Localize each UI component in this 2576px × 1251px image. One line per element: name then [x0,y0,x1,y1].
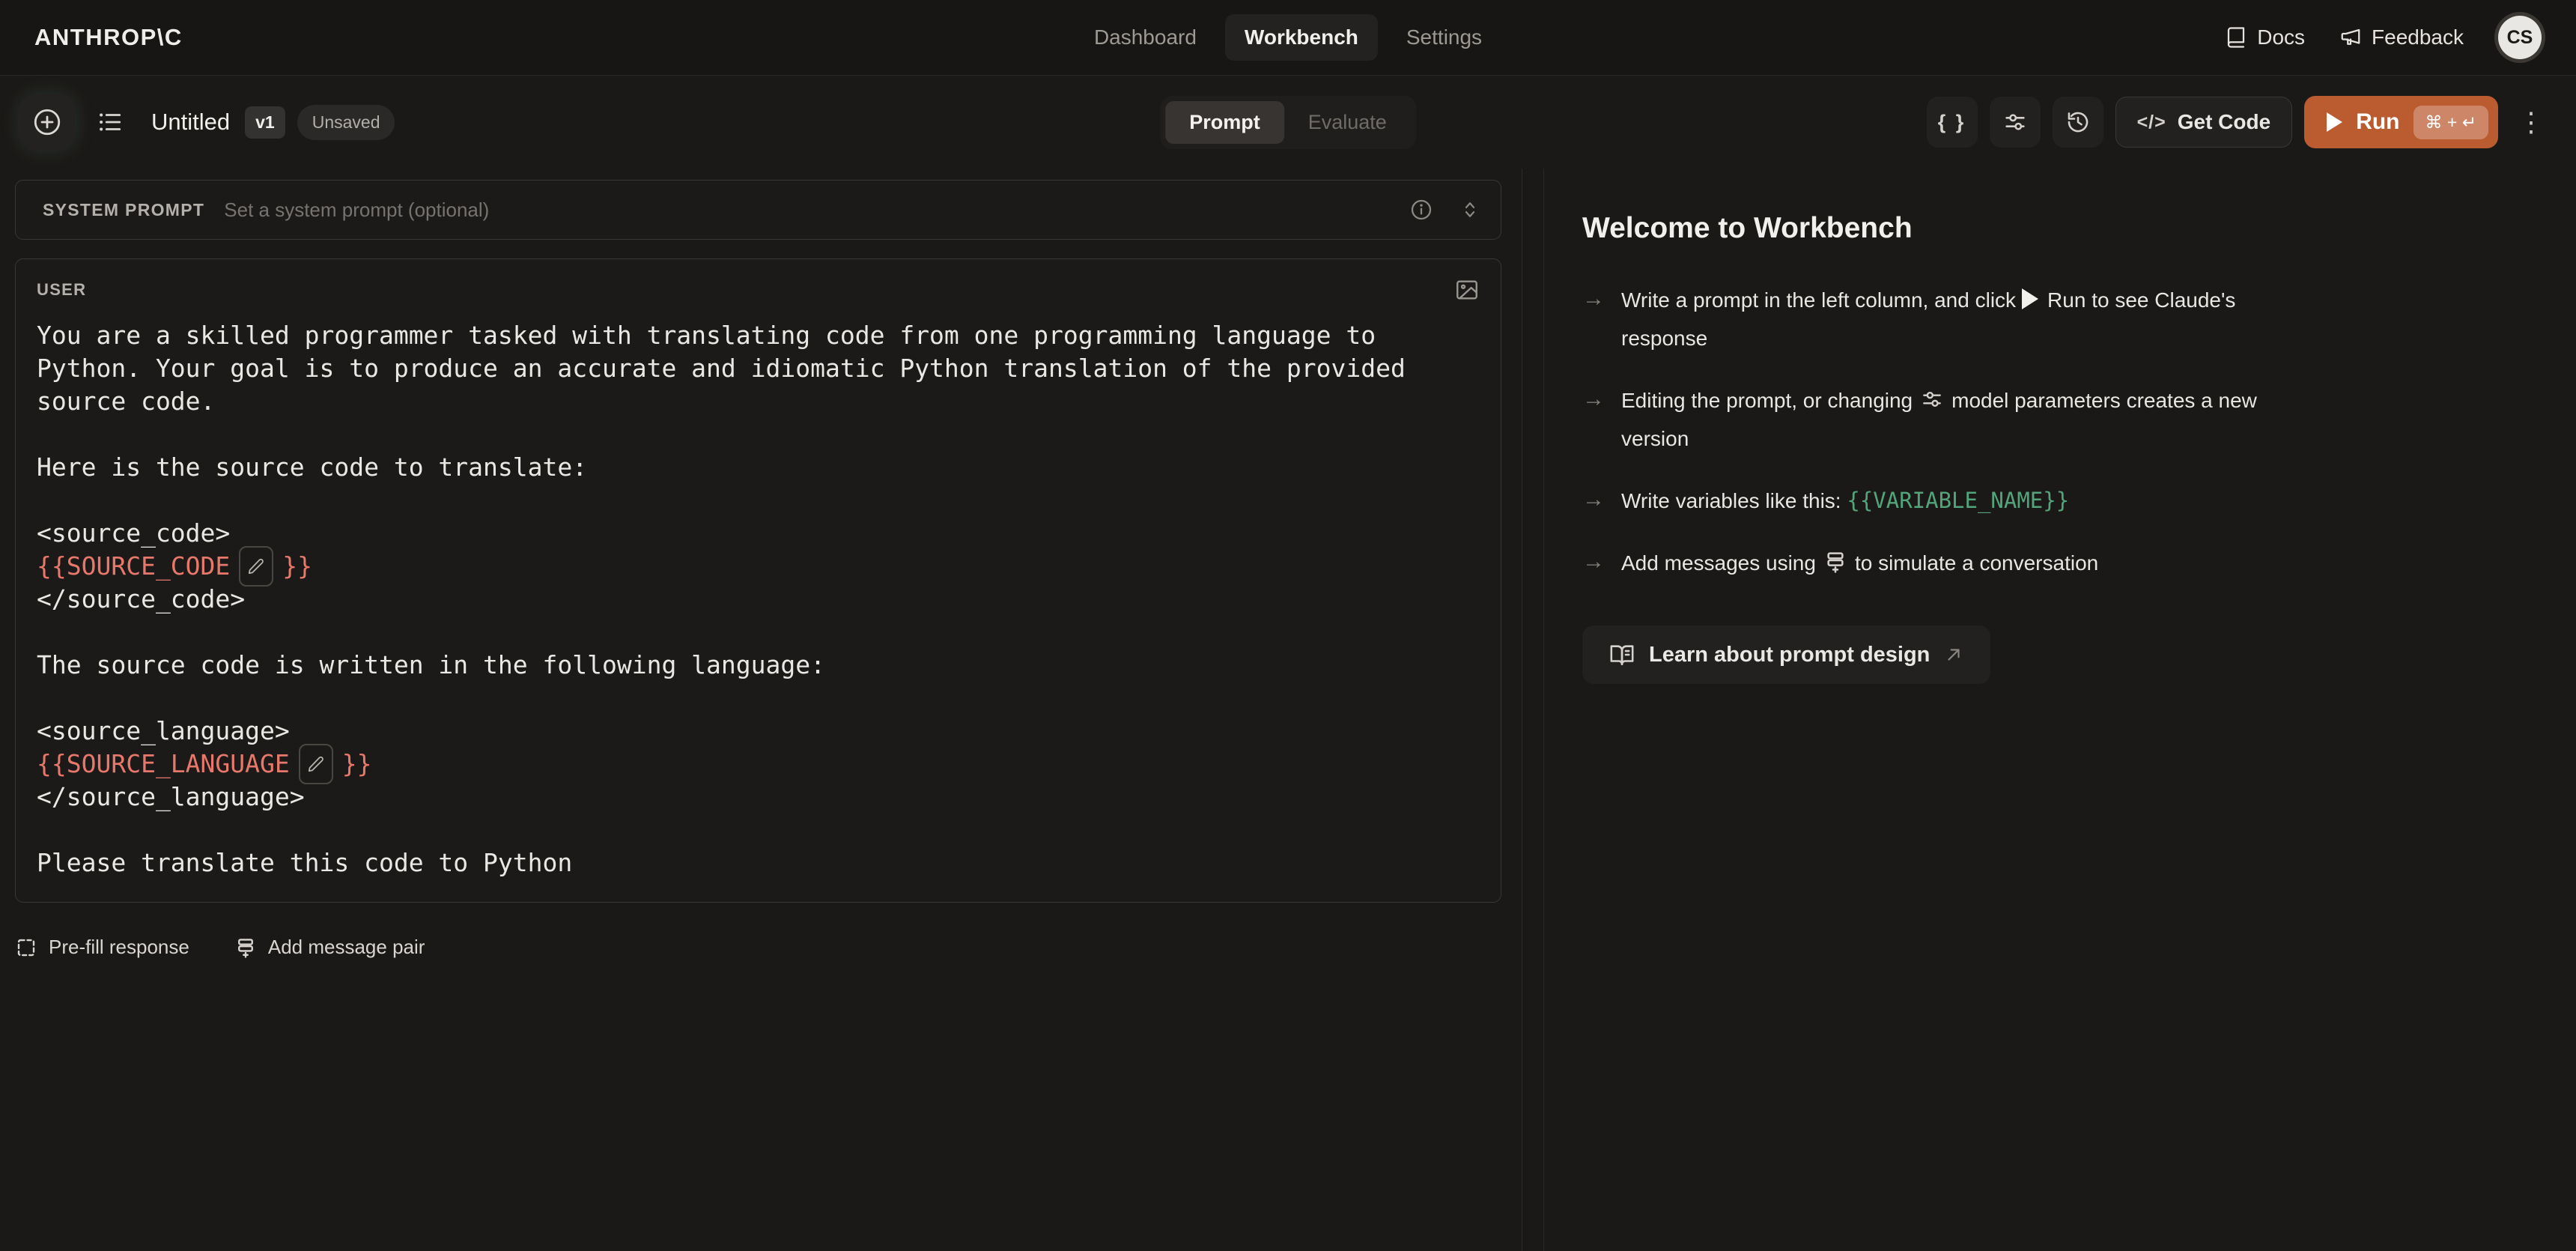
expand-collapse-icon[interactable] [1459,199,1481,221]
nav-item-workbench[interactable]: Workbench [1225,14,1378,61]
welcome-bullet-messages: → Add messages using to simulate a conve… [1582,544,2546,582]
system-prompt-icons [1409,198,1481,222]
play-icon [2022,288,2038,309]
sliders-icon [1920,387,1944,411]
toolbar-right-group: { } </> Get Code [1927,96,2545,148]
nav-item-settings[interactable]: Settings [1387,14,1501,61]
welcome-bullet-run: → Write a prompt in the left column, and… [1582,281,2546,357]
run-button[interactable]: Run ⌘ + ↵ [2304,96,2498,148]
anthropic-logo: ANTHROP\C [34,24,183,51]
toolbar-left-group: Untitled v1 Unsaved [19,94,395,150]
user-message-header: USER [37,277,1480,303]
nav-right-group: Docs Feedback CS [2225,16,2542,59]
list-icon [96,108,124,136]
source-code-variable-line: {{SOURCE_CODE }} [37,550,1480,583]
user-message-editor[interactable]: USER You are a skilled programmer tasked… [15,258,1501,903]
feedback-link[interactable]: Feedback [2339,25,2464,49]
role-label: USER [37,280,86,300]
more-options-button[interactable]: ⋮ [2518,109,2545,136]
version-badge[interactable]: v1 [245,106,285,139]
arrow-icon: → [1582,482,1605,520]
braces-icon: { } [1938,111,1966,134]
prompt-title[interactable]: Untitled [151,109,230,136]
model-settings-button[interactable] [1990,97,2041,148]
open-book-icon [1609,642,1635,667]
response-column: Welcome to Workbench → Write a prompt in… [1544,169,2576,1251]
docs-link[interactable]: Docs [2225,25,2305,49]
info-icon[interactable] [1409,198,1433,222]
learn-prompt-design-button[interactable]: Learn about prompt design [1582,626,1990,684]
prompt-list-button[interactable] [85,97,135,147]
new-prompt-button[interactable] [19,94,75,150]
arrow-icon: → [1582,281,1605,357]
system-prompt-field[interactable]: SYSTEM PROMPT Set a system prompt (optio… [15,180,1501,240]
column-resize-divider[interactable] [1522,169,1544,1251]
welcome-title: Welcome to Workbench [1582,212,2546,245]
prefill-icon [15,936,37,959]
variable-example: {{VARIABLE_NAME}} [1847,488,2069,513]
megaphone-icon [2339,26,2362,49]
code-icon: </> [2137,112,2166,133]
unsaved-status-badge: Unsaved [297,105,395,140]
primary-nav: Dashboard Workbench Settings [1075,14,1501,61]
history-button[interactable] [2053,97,2103,148]
prompt-evaluate-tabs: Prompt Evaluate [1160,96,1416,149]
plus-circle-icon [31,106,63,138]
tab-prompt[interactable]: Prompt [1165,101,1284,144]
top-nav: ANTHROP\C Dashboard Workbench Settings D… [0,0,2576,76]
welcome-bullet-versions: → Editing the prompt, or changing model … [1582,381,2546,458]
message-pair-icon [1823,550,1847,574]
source-language-variable: {{SOURCE_LANGUAGE [37,748,290,781]
prompt-column: SYSTEM PROMPT Set a system prompt (optio… [0,169,1522,1251]
book-icon [2225,26,2247,49]
sliders-icon [2002,109,2028,135]
history-icon [2065,109,2091,135]
main-split: SYSTEM PROMPT Set a system prompt (optio… [0,169,2576,1251]
message-actions-row: Pre-fill response Add message pair [15,936,1501,959]
add-message-pair-button[interactable]: Add message pair [234,936,425,959]
welcome-bullets: → Write a prompt in the left column, and… [1582,281,2546,582]
welcome-bullet-variables: → Write variables like this: {{VARIABLE_… [1582,482,2546,520]
run-shortcut-badge: ⌘ + ↵ [2414,106,2488,139]
user-message-text: You are a skilled programmer tasked with… [37,319,1480,879]
variables-button[interactable]: { } [1927,97,1978,148]
edit-variable-button[interactable] [239,546,273,587]
workbench-toolbar: Untitled v1 Unsaved Prompt Evaluate { } [0,76,2576,169]
arrow-icon: → [1582,544,1605,582]
arrow-icon: → [1582,381,1605,458]
source-language-variable-line: {{SOURCE_LANGUAGE }} [37,748,1480,781]
edit-variable-button[interactable] [299,744,333,784]
tab-evaluate[interactable]: Evaluate [1284,101,1411,144]
play-icon [2327,112,2342,132]
system-prompt-placeholder: Set a system prompt (optional) [224,199,1409,222]
get-code-button[interactable]: </> Get Code [2115,97,2293,148]
prefill-response-button[interactable]: Pre-fill response [15,936,189,959]
system-prompt-label: SYSTEM PROMPT [43,200,204,220]
attach-image-button[interactable] [1454,277,1480,303]
nav-item-dashboard[interactable]: Dashboard [1075,14,1216,61]
external-link-icon [1944,645,1963,664]
source-code-variable: {{SOURCE_CODE [37,550,230,583]
user-avatar[interactable]: CS [2498,16,2542,59]
message-pair-icon [234,936,257,959]
